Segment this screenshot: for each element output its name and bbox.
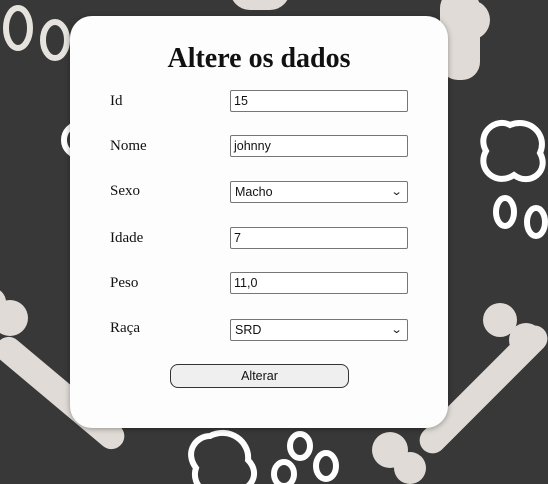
paw-print-icon xyxy=(3,5,70,61)
form-title: Altere os dados xyxy=(167,43,351,74)
id-field[interactable]: 15 xyxy=(230,90,408,112)
nome-field[interactable]: johnny xyxy=(230,135,408,157)
raca-selected-value: SRD xyxy=(235,323,262,337)
paw-print-icon xyxy=(188,429,339,484)
peso-field[interactable]: 11,0 xyxy=(230,272,408,294)
chevron-down-icon: ⌄ xyxy=(390,324,403,336)
raca-select[interactable]: SRD ⌄ xyxy=(230,319,408,341)
raca-label: Raça xyxy=(110,320,140,336)
sexo-select[interactable]: Macho ⌄ xyxy=(230,181,408,203)
alterar-button[interactable]: Alterar xyxy=(170,364,349,388)
nome-label: Nome xyxy=(110,138,147,154)
id-label: Id xyxy=(110,93,123,109)
sexo-selected-value: Macho xyxy=(235,185,273,199)
sexo-label: Sexo xyxy=(110,183,140,199)
idade-field[interactable]: 7 xyxy=(230,227,408,249)
peso-label: Peso xyxy=(110,275,139,291)
chevron-down-icon: ⌄ xyxy=(390,186,403,198)
edit-form-card: Altere os dados Id 15 Nome johnny Sexo M… xyxy=(70,16,448,428)
idade-label: Idade xyxy=(110,230,144,246)
